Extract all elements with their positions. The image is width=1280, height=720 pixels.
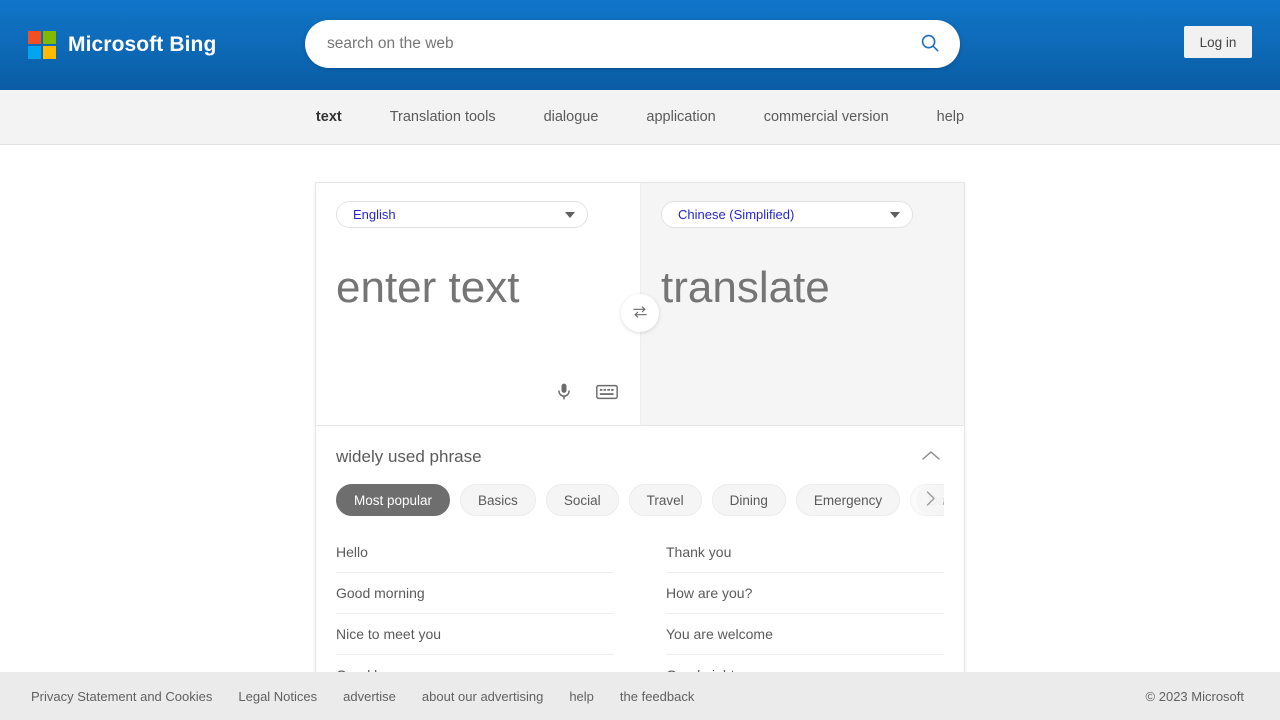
brand-name: Microsoft Bing <box>68 33 217 56</box>
source-input-tools <box>554 381 618 403</box>
page-footer: Privacy Statement and Cookies Legal Noti… <box>0 672 1280 720</box>
main-content: English enter text Chinese (Simplified) … <box>0 145 1280 720</box>
footer-link-about-advertising[interactable]: about our advertising <box>409 689 556 704</box>
chevron-down-icon <box>565 211 575 218</box>
bing-brand-logo[interactable]: Microsoft Bing <box>28 30 216 60</box>
source-text-placeholder[interactable]: enter text <box>336 263 519 313</box>
keyboard-icon[interactable] <box>596 383 618 401</box>
common-phrases-section: widely used phrase Most popular Basics S… <box>316 426 964 696</box>
search-input[interactable] <box>327 20 908 68</box>
swap-languages-icon <box>631 303 649 324</box>
microphone-icon[interactable] <box>554 381 574 403</box>
chevron-right-icon <box>924 490 937 510</box>
target-text-placeholder: translate <box>661 263 830 312</box>
phrase-item[interactable]: Hello <box>336 532 614 573</box>
search-button[interactable] <box>908 22 952 66</box>
target-language-select[interactable]: Chinese (Simplified) <box>661 201 913 228</box>
top-header: Microsoft Bing Log in <box>0 0 1280 90</box>
swap-languages-button[interactable] <box>621 294 659 332</box>
phrase-item[interactable]: Thank you <box>666 532 944 573</box>
primary-nav: text Translation tools dialogue applicat… <box>0 90 1280 145</box>
phrase-item[interactable]: How are you? <box>666 573 944 614</box>
footer-link-feedback[interactable]: the feedback <box>607 689 707 704</box>
nav-item-help[interactable]: help <box>913 109 988 125</box>
footer-link-advertise[interactable]: advertise <box>330 689 409 704</box>
chip-basics[interactable]: Basics <box>460 484 536 516</box>
footer-link-legal-notices[interactable]: Legal Notices <box>225 689 330 704</box>
translator-card: English enter text Chinese (Simplified) … <box>315 182 965 696</box>
chevron-down-icon <box>890 211 900 218</box>
footer-link-privacy[interactable]: Privacy Statement and Cookies <box>18 689 225 704</box>
nav-item-commercial-version[interactable]: commercial version <box>740 109 913 125</box>
translator-panels: English enter text Chinese (Simplified) … <box>316 183 964 426</box>
target-panel: Chinese (Simplified) translate <box>640 183 964 425</box>
source-language-label: English <box>353 207 396 222</box>
search-icon <box>919 32 941 57</box>
phrases-title: widely used phrase <box>336 447 482 466</box>
nav-item-text[interactable]: text <box>292 109 366 125</box>
chip-travel[interactable]: Travel <box>628 484 702 516</box>
chip-social[interactable]: Social <box>545 484 619 516</box>
microsoft-logo-icon <box>28 31 56 59</box>
phrase-item[interactable]: Good morning <box>336 573 614 614</box>
phrase-item[interactable]: Nice to meet you <box>336 614 614 655</box>
footer-copyright: © 2023 Microsoft <box>1145 688 1244 704</box>
footer-link-help[interactable]: help <box>556 689 607 704</box>
login-button[interactable]: Log in <box>1184 26 1252 58</box>
phrases-header: widely used phrase <box>336 442 944 472</box>
source-panel: English enter text <box>316 183 640 425</box>
chevron-up-icon <box>921 449 941 465</box>
nav-item-dialogue[interactable]: dialogue <box>520 109 623 125</box>
phrases-collapse-button[interactable] <box>918 444 944 470</box>
phrase-category-chips[interactable]: Most popular Basics Social Travel Dining… <box>336 484 944 516</box>
chip-emergency[interactable]: Emergency <box>795 484 901 516</box>
search-bar[interactable] <box>305 20 960 68</box>
nav-item-application[interactable]: application <box>622 109 739 125</box>
chip-most-popular[interactable]: Most popular <box>336 484 451 516</box>
footer-links: Privacy Statement and Cookies Legal Noti… <box>18 689 707 704</box>
phrase-item[interactable]: You are welcome <box>666 614 944 655</box>
chips-scroll-right-button[interactable] <box>916 486 944 514</box>
target-language-label: Chinese (Simplified) <box>678 207 795 222</box>
chip-dining[interactable]: Dining <box>711 484 786 516</box>
nav-item-translation-tools[interactable]: Translation tools <box>366 109 520 125</box>
source-language-select[interactable]: English <box>336 201 588 228</box>
